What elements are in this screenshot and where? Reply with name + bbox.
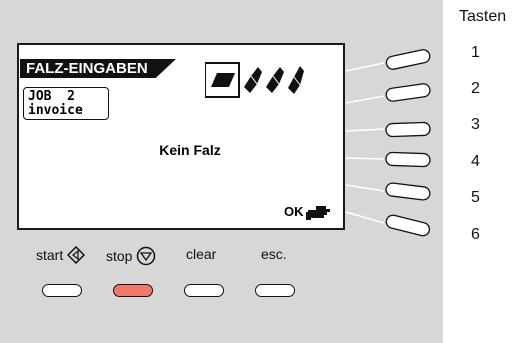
job-name: invoice: [28, 103, 83, 118]
clear-label-group: clear: [186, 246, 216, 262]
stop-button[interactable]: [113, 284, 153, 297]
fold-single-icon: [244, 67, 262, 93]
key-number-6: 6: [471, 226, 480, 243]
job-indicator: JOB 2 invoice: [23, 87, 109, 120]
fold-double-icon: [266, 67, 284, 93]
side-key-6: [345, 211, 431, 237]
fold-status: Kein Falz: [159, 142, 221, 158]
esc-label-group: esc.: [261, 246, 287, 262]
pointing-hand-icon: [305, 206, 330, 220]
start-label-group: start: [36, 246, 86, 264]
key-number-5: 5: [471, 189, 480, 206]
device-panel: FALZ-EINGABEN JOB 2 invoice Kein Falz OK: [0, 0, 443, 343]
screen-title: FALZ-EINGABEN: [20, 59, 176, 78]
side-key-3: [345, 121, 431, 138]
ok-indicator: OK: [284, 200, 332, 222]
side-key-2: [345, 83, 431, 104]
clear-label: clear: [186, 246, 217, 262]
esc-button[interactable]: [255, 284, 295, 297]
side-key-5: [345, 182, 431, 201]
start-button[interactable]: [42, 284, 82, 297]
key-number-3: 3: [471, 116, 480, 133]
side-key-group: [345, 49, 431, 237]
side-key-4: [345, 151, 431, 168]
stop-label-group: stop: [106, 246, 156, 266]
stop-label: stop: [106, 248, 133, 264]
esc-label: esc.: [261, 246, 287, 262]
start-label: start: [36, 247, 64, 263]
fold-type-icons: [205, 62, 304, 98]
job-number: JOB 2: [28, 89, 75, 104]
key-number-2: 2: [471, 80, 480, 97]
start-diamond-icon: [67, 246, 86, 264]
keys-title: Tasten: [459, 8, 507, 25]
clear-button[interactable]: [184, 284, 224, 297]
ok-label: OK: [284, 203, 304, 219]
fold-z-icon: [288, 66, 304, 94]
stop-circle-icon: [137, 246, 156, 266]
key-number-1: 1: [471, 44, 480, 61]
side-key-1: [345, 49, 431, 72]
key-number-4: 4: [471, 153, 480, 170]
